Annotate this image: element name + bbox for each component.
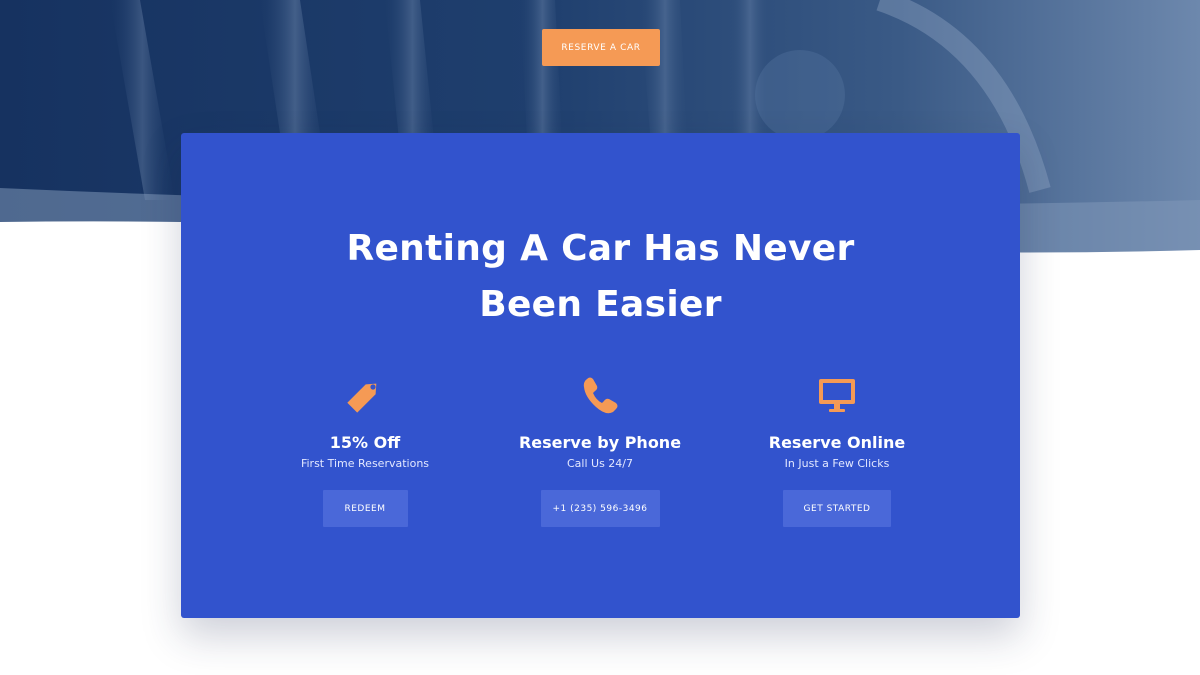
features-card: Renting A Car Has Never Been Easier 15% … — [181, 133, 1020, 618]
phone-number-button[interactable]: +1 (235) 596-3496 — [540, 490, 660, 527]
feature-online: Reserve Online In Just a Few Clicks GET … — [717, 371, 957, 527]
feature-subtitle: In Just a Few Clicks — [784, 457, 890, 470]
monitor-icon — [819, 379, 855, 412]
reserve-car-button[interactable]: RESERVE A CAR — [542, 29, 660, 66]
headline-line-1: Renting A Car Has Never — [346, 228, 855, 269]
feature-title: Reserve by Phone — [518, 433, 682, 452]
phone-icon — [583, 377, 618, 414]
feature-phone: Reserve by Phone Call Us 24/7 +1 (235) 5… — [480, 371, 720, 527]
headline-line-2: Been Easier — [479, 284, 722, 325]
feature-title: 15% Off — [329, 433, 401, 452]
feature-title: Reserve Online — [768, 433, 906, 452]
redeem-button[interactable]: REDEEM — [322, 490, 408, 527]
feature-discount: 15% Off First Time Reservations REDEEM — [245, 371, 485, 527]
page-headline: Renting A Car Has Never Been Easier — [181, 221, 1020, 333]
tag-icon — [347, 383, 377, 413]
feature-subtitle: Call Us 24/7 — [566, 457, 633, 470]
feature-subtitle: First Time Reservations — [300, 457, 430, 470]
get-started-button[interactable]: GET STARTED — [783, 490, 891, 527]
